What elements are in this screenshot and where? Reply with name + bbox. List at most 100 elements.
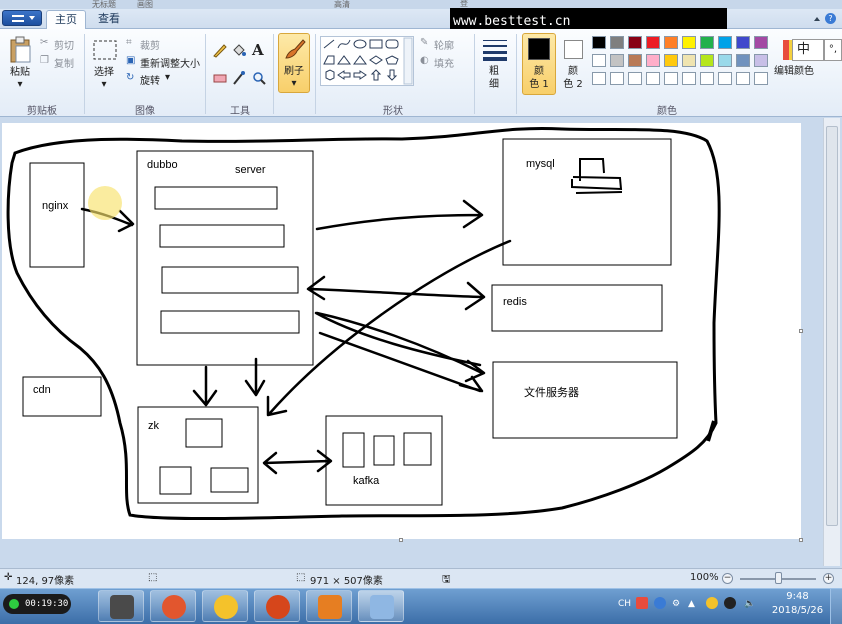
palette-swatch[interactable] (646, 72, 660, 85)
system-clock[interactable]: 9:48 2018/5/26 (770, 590, 825, 618)
palette-swatch[interactable] (718, 36, 732, 49)
tray-settings-icon[interactable]: ⚙ (672, 599, 680, 609)
palette-swatch[interactable] (628, 72, 642, 85)
select-dropdown-icon[interactable]: ▾ (98, 79, 110, 91)
ime-toolbar[interactable]: 中 (792, 39, 824, 61)
zoom-out-button[interactable]: − (722, 573, 733, 584)
text-tool-icon[interactable]: A (252, 41, 264, 59)
taskbar-app-sublime[interactable] (98, 590, 144, 622)
palette-swatch[interactable] (610, 54, 624, 67)
qq-tray-icon[interactable] (724, 597, 736, 609)
tray-app-icon[interactable] (706, 597, 718, 609)
palette-swatch[interactable] (736, 54, 750, 67)
select-button-label[interactable]: 选择 (88, 67, 120, 79)
size-label-line2[interactable]: 细 (482, 79, 506, 91)
cut-button[interactable]: 剪切 (54, 37, 74, 52)
tab-home[interactable]: 主页 (46, 10, 86, 29)
show-desktop-button[interactable] (830, 589, 842, 624)
palette-swatch[interactable] (592, 72, 606, 85)
color-picker-icon[interactable] (231, 70, 247, 86)
brushes-dropdown-icon[interactable]: ▾ (288, 78, 300, 90)
palette-swatch[interactable] (700, 72, 714, 85)
palette-swatch[interactable] (646, 36, 660, 49)
volume-icon[interactable]: 🔈 (744, 599, 755, 609)
taskbar-app-browser[interactable] (150, 590, 196, 622)
palette-swatch[interactable] (682, 36, 696, 49)
palette-swatch[interactable] (610, 36, 624, 49)
resize-handle-right[interactable] (799, 329, 803, 333)
palette-swatch[interactable] (718, 54, 732, 67)
help-tray-icon[interactable] (654, 597, 666, 609)
ime-mode-label[interactable]: 中 (797, 42, 810, 57)
palette-swatch[interactable] (718, 72, 732, 85)
palette-swatch[interactable] (628, 54, 642, 67)
palette-swatch[interactable] (700, 36, 714, 49)
color2-swatch[interactable] (564, 40, 583, 59)
application-menu-button[interactable] (2, 10, 42, 26)
palette-swatch[interactable] (664, 36, 678, 49)
window-title: 无标题 画图 高清 登陆 (92, 0, 468, 19)
palette-swatch[interactable] (754, 72, 768, 85)
select-rectangle-icon[interactable] (92, 39, 118, 63)
shape-outline-button[interactable]: 轮廓 (434, 37, 454, 52)
size-lines-icon[interactable] (482, 38, 508, 62)
paste-dropdown-icon[interactable]: ▾ (14, 79, 26, 91)
screen-recorder-badge[interactable]: 00:19:30 (3, 594, 71, 614)
palette-swatch[interactable] (664, 72, 678, 85)
resize-handle-bottom[interactable] (399, 538, 403, 542)
palette-swatch[interactable] (682, 72, 696, 85)
shapes-gallery[interactable] (320, 36, 414, 86)
ribbon-minimize-icon[interactable] (814, 17, 820, 21)
tab-view[interactable]: 查看 (90, 10, 128, 29)
rotate-dropdown-icon[interactable]: ▾ (165, 72, 170, 83)
color2-label-line2[interactable]: 色 2 (558, 79, 588, 91)
shape-fill-button[interactable]: 填充 (434, 55, 454, 70)
help-icon[interactable]: ? (825, 13, 836, 24)
taskbar-app-paint[interactable] (358, 590, 404, 622)
scrollbar-thumb[interactable] (826, 126, 838, 526)
palette-swatch[interactable] (754, 36, 768, 49)
ime-punctuation-toggle[interactable]: °, (824, 39, 842, 61)
palette-swatch[interactable] (646, 54, 660, 67)
brushes-label[interactable]: 刷子 (280, 66, 308, 78)
palette-swatch[interactable] (592, 54, 606, 67)
palette-swatch[interactable] (682, 54, 696, 67)
palette-swatch[interactable] (700, 54, 714, 67)
size-label-line1[interactable]: 粗 (482, 66, 506, 78)
palette-swatch[interactable] (736, 36, 750, 49)
color2-label-line1[interactable]: 颜 (558, 66, 588, 78)
taskbar-app-qq[interactable] (202, 590, 248, 622)
service-slot (160, 310, 300, 334)
fill-bucket-icon[interactable] (231, 42, 247, 58)
tray-expand-icon[interactable]: ▲ (688, 599, 695, 609)
arrow-dubbo-to-mysql (315, 199, 484, 231)
paste-icon[interactable] (8, 36, 34, 66)
copy-button[interactable]: 复制 (54, 55, 74, 70)
edit-colors-button[interactable]: 编辑颜色 (772, 66, 816, 78)
zoom-slider-thumb[interactable] (775, 572, 782, 584)
drawing-canvas[interactable]: nginx dubbo server mysql redis 文件服务器 cdn… (2, 123, 801, 539)
paste-button-label[interactable]: 粘贴 (4, 67, 36, 79)
palette-swatch[interactable] (754, 54, 768, 67)
palette-swatch[interactable] (736, 72, 750, 85)
palette-swatch[interactable] (664, 54, 678, 67)
resize-button[interactable]: 重新调整大小 (140, 55, 200, 70)
crop-button[interactable]: 裁剪 (140, 37, 160, 52)
magnifier-icon[interactable] (251, 70, 267, 86)
palette-swatch[interactable] (610, 72, 624, 85)
zoom-in-button[interactable]: + (823, 573, 834, 584)
taskbar-app-office[interactable] (306, 590, 352, 622)
service-slot (161, 266, 299, 294)
rotate-button[interactable]: 旋转 (140, 72, 160, 87)
taskbar-app-firefox[interactable] (254, 590, 300, 622)
ime-indicator[interactable]: CH (618, 599, 631, 609)
palette-swatch[interactable] (592, 36, 606, 49)
pencil-icon[interactable] (212, 42, 228, 58)
sogou-icon[interactable] (636, 597, 648, 609)
office-icon (318, 595, 342, 619)
palette-swatch[interactable] (628, 36, 642, 49)
menu-bars-icon (12, 15, 24, 22)
resize-handle-corner[interactable] (799, 538, 803, 542)
vertical-scrollbar[interactable] (823, 118, 840, 566)
eraser-icon[interactable] (212, 70, 228, 86)
